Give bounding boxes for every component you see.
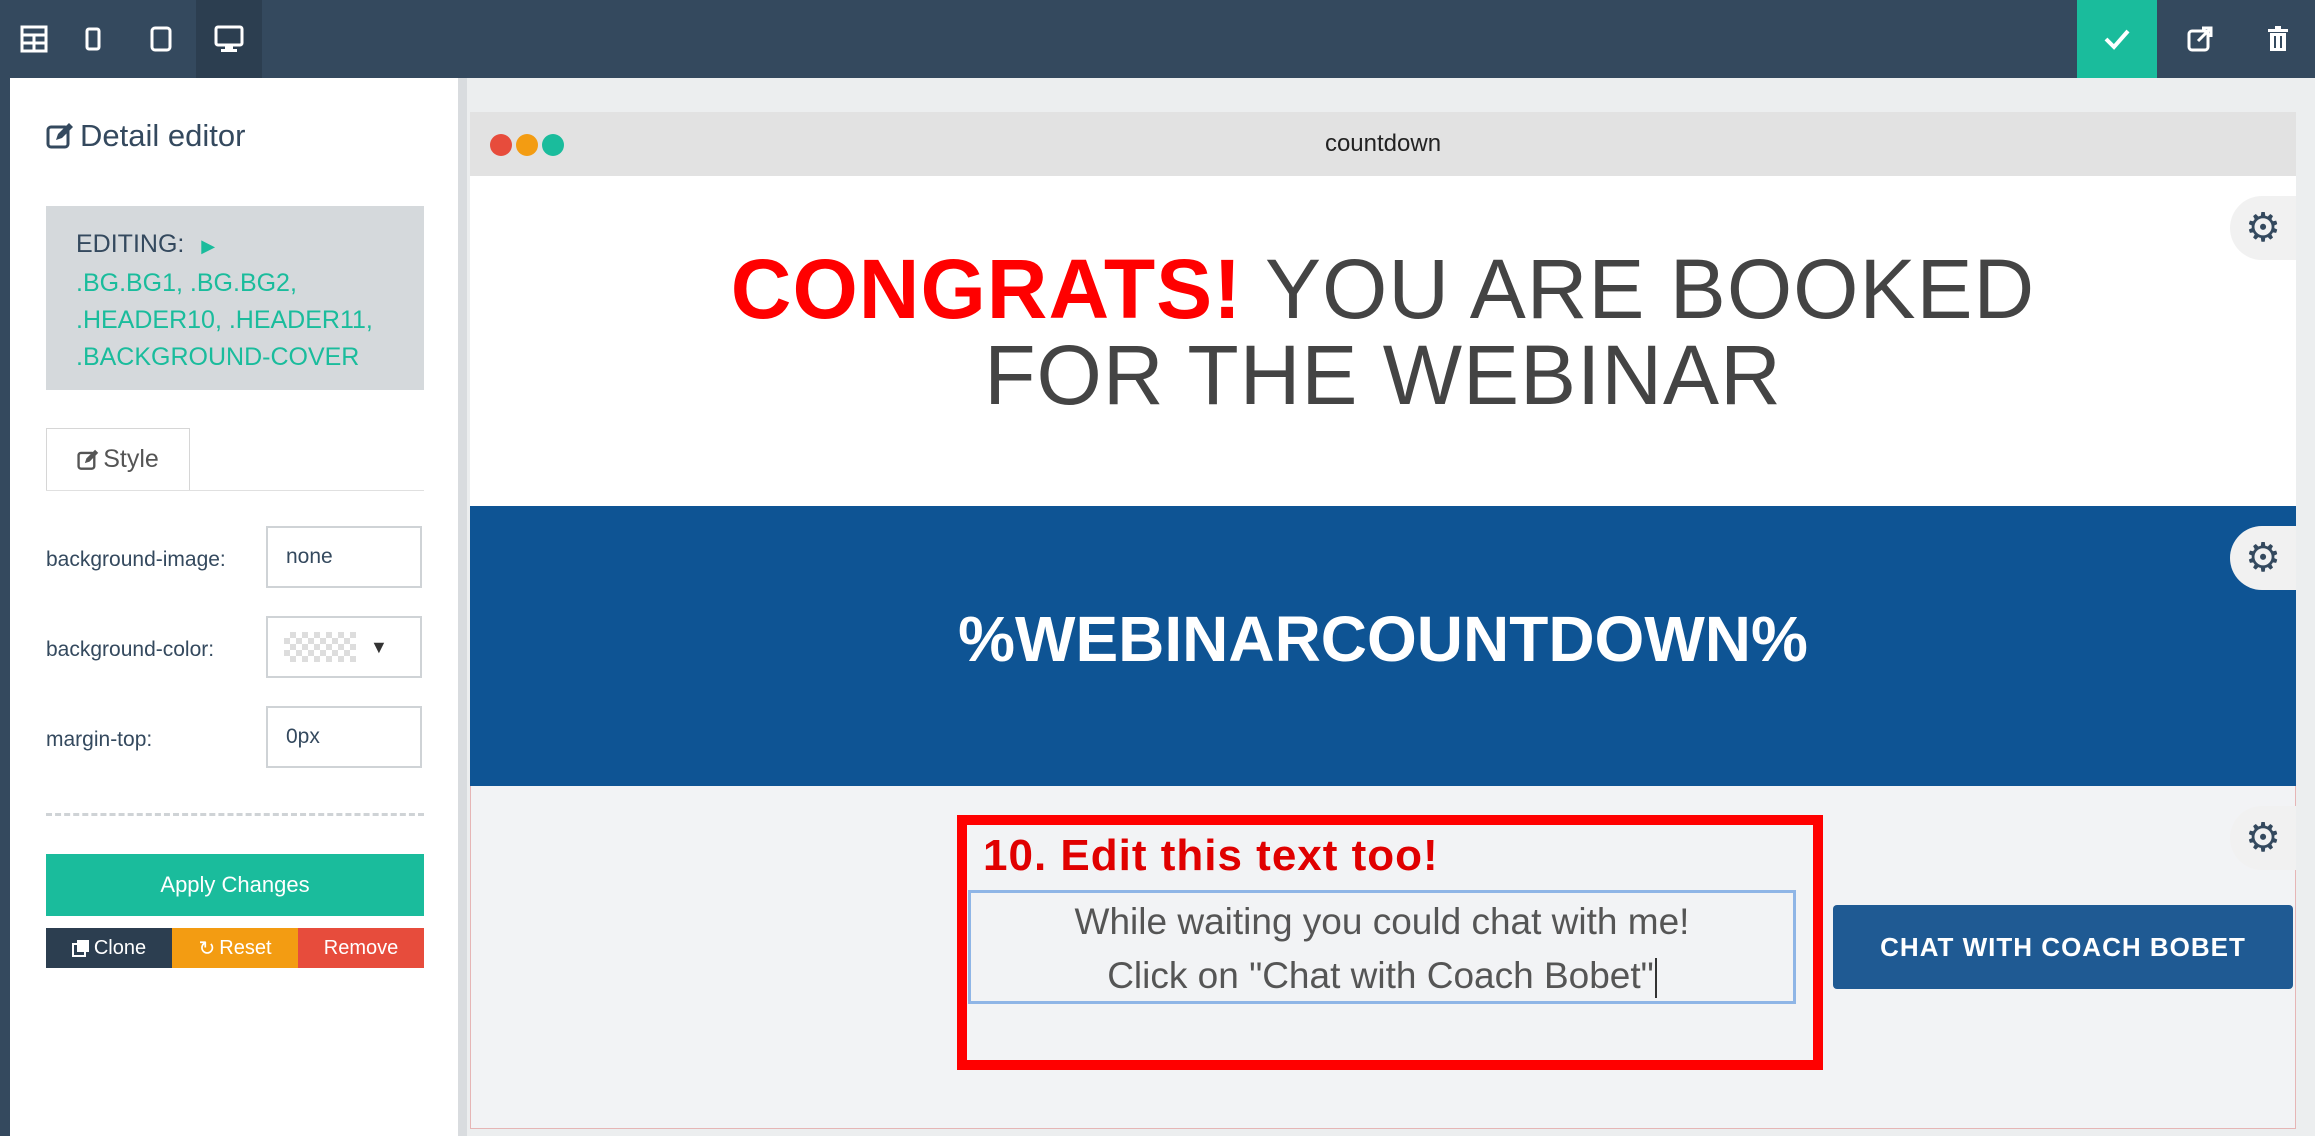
tablet-view-button[interactable] [128, 0, 194, 78]
annotation-label: 10. Edit this text too! [983, 831, 1439, 880]
confirm-button[interactable] [2077, 0, 2157, 78]
margin-top-label: margin-top: [46, 728, 153, 751]
headline-emphasis: CONGRATS! [730, 242, 1243, 336]
tab-style[interactable]: Style [46, 428, 190, 490]
margin-top-value: 0px [286, 725, 320, 748]
refresh-icon: ↻ [198, 937, 216, 960]
editing-label: EDITING: [76, 230, 185, 258]
block-settings-button[interactable]: ⚙ [2230, 196, 2296, 260]
edit-text-line-2: Click on "Chat with Coach Bobet" [1107, 955, 1654, 996]
margin-top-input[interactable]: 0px [266, 706, 422, 768]
panel-resize-handle[interactable] [458, 78, 467, 1136]
headline[interactable]: CONGRATS! YOU ARE BOOKED FOR THE WEBINAR [470, 246, 2296, 418]
edit-icon [46, 123, 73, 149]
text-cursor [1654, 958, 1657, 999]
gear-icon: ⚙ [2245, 816, 2281, 860]
clone-icon [71, 940, 89, 957]
edit-icon [77, 449, 99, 470]
background-image-label: background-image: [46, 548, 226, 571]
block-settings-button[interactable]: ⚙ [2230, 526, 2296, 590]
desktop-icon [214, 25, 244, 52]
panel-title: Detail editor [46, 118, 245, 154]
desktop-view-button[interactable] [196, 0, 262, 78]
header-block[interactable]: CONGRATS! YOU ARE BOOKED FOR THE WEBINAR [470, 176, 2296, 506]
tab-divider [46, 490, 424, 491]
countdown-block[interactable]: %WEBINARCOUNTDOWN% [470, 506, 2296, 786]
clone-label: Clone [93, 936, 147, 959]
background-color-picker[interactable]: ▼ [266, 616, 422, 678]
mobile-icon [85, 27, 101, 51]
background-image-value: none [286, 545, 333, 568]
panel-title-text: Detail editor [80, 118, 246, 153]
detail-editor-panel: Detail editor EDITING: ▶ .BG.BG1, .BG.BG… [10, 78, 465, 1136]
editing-class-line: .BG.BG1, .BG.BG2, [76, 269, 297, 297]
transparent-swatch [284, 632, 356, 662]
top-toolbar [0, 0, 2315, 78]
check-icon [2104, 29, 2130, 50]
background-image-input[interactable]: none [266, 526, 422, 588]
headline-line-2: FOR THE WEBINAR [984, 328, 1782, 422]
clone-button[interactable]: Clone [46, 928, 172, 968]
mobile-view-button[interactable] [60, 0, 126, 78]
reset-label: Reset [219, 936, 272, 959]
tab-style-label: Style [103, 445, 159, 473]
countdown-placeholder[interactable]: %WEBINARCOUNTDOWN% [470, 602, 2296, 676]
editing-class-line: .BACKGROUND-COVER [76, 343, 360, 371]
preview-window-bar: countdown [470, 112, 2296, 176]
headline-line-1: YOU ARE BOOKED [1242, 242, 2036, 336]
external-link-icon [2187, 26, 2213, 52]
caret-down-icon: ▼ [370, 636, 388, 657]
delete-button[interactable] [2240, 0, 2315, 78]
editing-class-line: .HEADER10, .HEADER11, [76, 306, 373, 334]
block-settings-button[interactable]: ⚙ [2230, 806, 2296, 870]
editing-info: EDITING: ▶ .BG.BG1, .BG.BG2, .HEADER10, … [46, 206, 424, 390]
edit-text-line-1: While waiting you could chat with me! [1074, 901, 1690, 942]
divider [46, 813, 424, 816]
frame-edge [0, 0, 10, 1136]
tablet-icon [150, 26, 172, 52]
open-external-button[interactable] [2160, 0, 2240, 78]
remove-button[interactable]: Remove [298, 928, 424, 968]
gear-icon: ⚙ [2245, 536, 2281, 580]
grid-icon [20, 25, 48, 53]
play-icon[interactable]: ▶ [201, 236, 215, 256]
editable-text-field[interactable]: While waiting you could chat with me! Cl… [968, 890, 1796, 1004]
gear-icon: ⚙ [2245, 206, 2281, 250]
background-color-label: background-color: [46, 638, 215, 661]
preview-title: countdown [1324, 130, 1442, 157]
trash-icon [2267, 26, 2288, 51]
grid-view-button[interactable] [10, 0, 58, 78]
reset-button[interactable]: ↻ Reset [172, 928, 298, 968]
chat-with-coach-button[interactable]: CHAT WITH COACH BOBET [1833, 905, 2293, 989]
apply-changes-button[interactable]: Apply Changes [46, 854, 424, 916]
